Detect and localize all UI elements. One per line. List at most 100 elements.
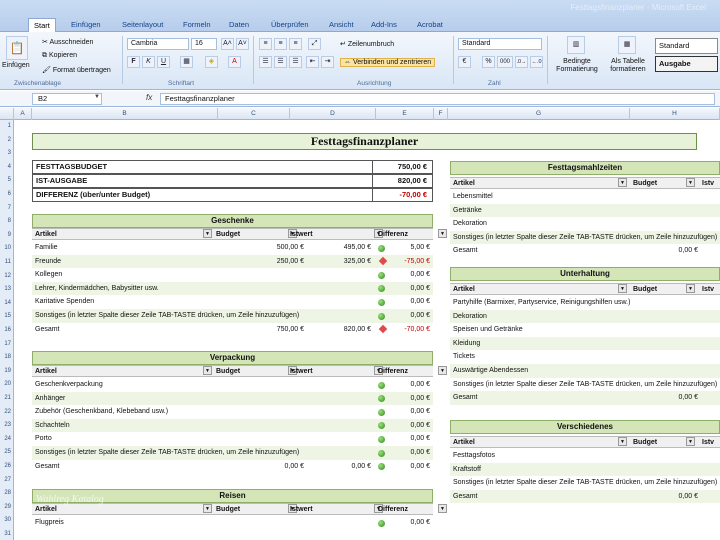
table-row[interactable]: Gesamt 0,00 € 0,00 € 0,00 € [32, 460, 433, 474]
filter-dropdown-icon[interactable]: ▼ [686, 437, 695, 446]
filter-dropdown-icon[interactable]: ▼ [686, 284, 695, 293]
name-box-dropdown-icon[interactable]: ▼ [94, 94, 100, 100]
format-as-table-icon[interactable]: ▦ [618, 36, 636, 54]
wrap-text-button[interactable]: ↵ Zeilenumbruch [340, 40, 394, 48]
decrease-decimal-icon[interactable]: ←.0 [530, 56, 543, 68]
row-header[interactable]: 28 [0, 490, 13, 496]
budget-value[interactable]: 0,00 € [674, 391, 698, 405]
align-top-icon[interactable]: ≡ [259, 38, 272, 50]
row-header[interactable]: 4 [0, 164, 13, 170]
table-row[interactable]: Schachteln 0,00 € [32, 418, 433, 433]
table-row[interactable]: Zubehör (Geschenkband, Klebeband usw.) 0,… [32, 405, 433, 419]
table-row[interactable]: Freunde 250,00 € 325,00 € -75,00 € [32, 254, 433, 269]
row-header[interactable]: 12 [0, 273, 13, 279]
column-header[interactable]: E [376, 108, 434, 120]
table-row[interactable]: Festtagsfotos [450, 449, 720, 463]
table-row[interactable]: Gesamt 0,00 € [450, 489, 720, 504]
merge-center-button[interactable]: ⇔ Verbinden und zentrieren [340, 58, 436, 67]
row-header[interactable]: 14 [0, 300, 13, 306]
budget-value[interactable]: 0,00 € [285, 460, 304, 473]
actual-value[interactable]: 325,00 € [344, 255, 371, 268]
filter-dropdown-icon[interactable]: ▼ [438, 504, 447, 513]
fx-icon[interactable]: fx [146, 93, 152, 102]
select-all-corner[interactable] [0, 108, 14, 120]
table-row[interactable]: Geschenkverpackung 0,00 € [32, 378, 433, 392]
tab-formeln[interactable]: Formeln [178, 18, 216, 32]
row-header[interactable]: 24 [0, 436, 13, 442]
tab--berpr-fen[interactable]: Überprüfen [266, 18, 314, 32]
conditional-format-icon[interactable]: ▥ [567, 36, 585, 54]
row-header[interactable]: 10 [0, 245, 13, 251]
grow-font-icon[interactable]: A˄ [221, 38, 234, 50]
tab-ansicht[interactable]: Ansicht [324, 18, 359, 32]
row-header[interactable]: 3 [0, 150, 13, 156]
table-row[interactable]: Gesamt 0,00 € [450, 244, 720, 258]
font-color-icon[interactable]: A [228, 56, 241, 68]
row-header[interactable]: 29 [0, 504, 13, 510]
row-header[interactable]: 20 [0, 381, 13, 387]
tab-start[interactable]: Start [28, 18, 56, 32]
section-heading-verschiedenes[interactable]: Verschiedenes [450, 420, 720, 434]
row-header[interactable]: 13 [0, 286, 13, 292]
column-header[interactable]: C [218, 108, 290, 120]
currency-icon[interactable]: € [458, 56, 471, 68]
row-header[interactable]: 23 [0, 422, 13, 428]
italic-icon[interactable]: K [142, 56, 155, 68]
row-header[interactable]: 25 [0, 449, 13, 455]
table-row[interactable]: Flugpreis 0,00 € [32, 516, 433, 530]
row-header[interactable]: 18 [0, 354, 13, 360]
align-left-icon[interactable]: ☰ [259, 56, 272, 68]
format-painter-button[interactable]: 🖌 Format übertragen [42, 66, 111, 74]
conditional-format-button[interactable]: Bedingte Formatierung [552, 58, 602, 74]
name-box[interactable]: B2 [32, 93, 102, 105]
tab-add-ins[interactable]: Add-Ins [366, 18, 402, 32]
fill-color-icon[interactable]: ◈ [205, 56, 218, 68]
bold-icon[interactable]: F [127, 56, 140, 68]
row-header[interactable]: 15 [0, 313, 13, 319]
row-header[interactable]: 16 [0, 327, 13, 333]
table-row[interactable]: Sonstiges (in letzter Spalte dieser Zeil… [450, 476, 720, 490]
table-row[interactable]: Dekoration [450, 309, 720, 324]
filter-dropdown-icon[interactable]: ▼ [203, 366, 212, 375]
section-heading-unterhaltung[interactable]: Unterhaltung [450, 267, 720, 281]
table-row[interactable]: Porto 0,00 € [32, 432, 433, 446]
row-header[interactable]: 31 [0, 531, 13, 537]
section-heading-geschenke[interactable]: Geschenke [32, 214, 433, 228]
section-heading-festtagsmahlzeiten[interactable]: Festtagsmahlzeiten [450, 161, 720, 175]
filter-dropdown-icon[interactable]: ▼ [618, 178, 627, 187]
filter-dropdown-icon[interactable]: ▼ [438, 366, 447, 375]
table-row[interactable]: Getränke [450, 203, 720, 218]
filter-dropdown-icon[interactable]: ▼ [203, 504, 212, 513]
increase-indent-icon[interactable]: ⇥ [321, 56, 334, 68]
budget-row[interactable]: FESTTAGSBUDGET 750,00 € [32, 160, 433, 174]
budget-value[interactable]: 0,00 € [674, 244, 698, 258]
row-header[interactable]: 17 [0, 341, 13, 347]
column-header[interactable]: F [434, 108, 448, 120]
align-center-icon[interactable]: ☰ [274, 56, 287, 68]
tab-acrobat[interactable]: Acrobat [412, 18, 448, 32]
row-header[interactable]: 2 [0, 137, 13, 143]
cut-button[interactable]: ✂ Ausschneiden [42, 38, 93, 46]
actual-value[interactable]: 495,00 € [344, 241, 371, 254]
budget-value[interactable]: 0,00 € [674, 489, 698, 503]
border-icon[interactable]: ▦ [180, 56, 193, 68]
tab-einf-gen[interactable]: Einfügen [66, 18, 106, 32]
table-row[interactable]: Kollegen 0,00 € [32, 268, 433, 282]
decrease-indent-icon[interactable]: ⇤ [306, 56, 319, 68]
format-as-table-button[interactable]: Als Tabelle formatieren [604, 58, 652, 74]
difference-row[interactable]: DIFFERENZ (über/unter Budget) -70,00 € [32, 188, 433, 202]
percent-icon[interactable]: % [482, 56, 495, 68]
worksheet[interactable]: Festtagsfinanzplaner FESTTAGSBUDGET 750,0… [14, 120, 720, 540]
table-row[interactable]: Karitative Spenden 0,00 € [32, 295, 433, 309]
underline-icon[interactable]: U [157, 56, 170, 68]
column-header[interactable]: H [630, 108, 720, 120]
row-header[interactable]: 19 [0, 368, 13, 374]
row-header[interactable]: 8 [0, 218, 13, 224]
table-row[interactable]: Partyhilfe (Barmixer, Partyservice, Rein… [450, 296, 720, 310]
tab-seitenlayout[interactable]: Seitenlayout [117, 18, 168, 32]
formula-input[interactable]: Festtagsfinanzplaner [160, 93, 715, 105]
section-heading-verpackung[interactable]: Verpackung [32, 351, 433, 365]
table-row[interactable]: Gesamt 750,00 € 820,00 € -70,00 € [32, 323, 433, 337]
column-header[interactable]: D [290, 108, 376, 120]
filter-dropdown-icon[interactable]: ▼ [686, 178, 695, 187]
